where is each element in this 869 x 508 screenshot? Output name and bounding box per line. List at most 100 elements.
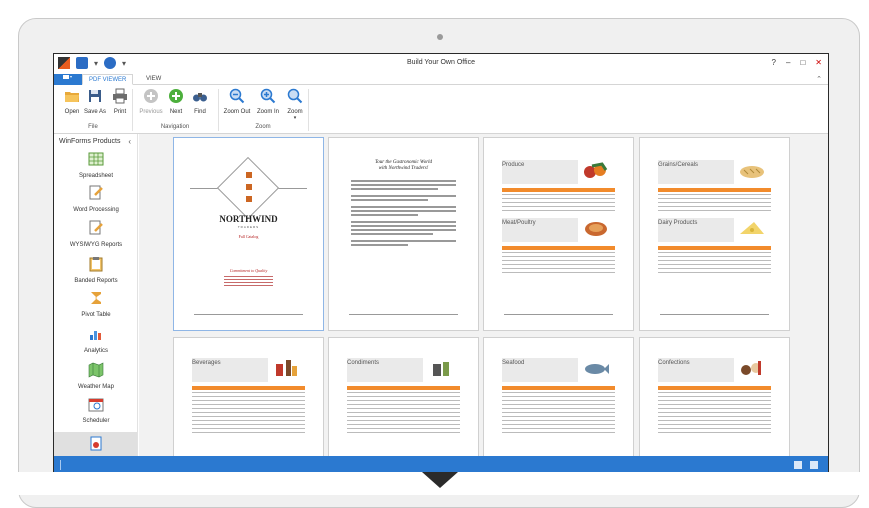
sidebar-item-analytics[interactable]: Analytics	[54, 326, 137, 354]
sidebar-item-label: Pivot Table	[81, 312, 111, 318]
chevron-left-icon[interactable]: ‹	[128, 137, 131, 146]
table-row	[192, 396, 305, 397]
page-thumbnail[interactable]: Produce Meat/Poultry	[483, 137, 634, 331]
table-row	[347, 420, 460, 421]
page-thumbnail[interactable]: Condiments	[328, 337, 479, 456]
multi-page-view-icon[interactable]	[810, 461, 818, 469]
status-bar	[54, 456, 828, 472]
table-row	[658, 252, 771, 253]
table-row	[502, 420, 615, 421]
sidebar-item-pdf-viewer[interactable]	[54, 432, 137, 456]
file-menu-icon	[63, 75, 72, 79]
analytics-icon	[90, 331, 101, 340]
zoom-in-label: Zoom In	[256, 109, 279, 115]
table-row	[502, 210, 615, 211]
table-row	[502, 206, 615, 207]
table-row	[502, 268, 615, 269]
table-row	[658, 424, 771, 425]
sidebar-item-wysiwyg-reports[interactable]: WYSIWYG Reports	[54, 220, 137, 248]
category-title: Seafood	[502, 360, 525, 366]
text-line	[351, 195, 456, 197]
table-row	[658, 272, 771, 273]
document-viewer[interactable]: NORTHWIND TRADERS Fall Catalog Commitmen…	[139, 134, 828, 456]
table-row	[192, 424, 305, 425]
page-thumbnail[interactable]: Confections	[639, 337, 790, 456]
table-row	[658, 194, 771, 195]
table-header	[192, 386, 305, 390]
table-row	[658, 428, 771, 429]
zoom-button[interactable]: Zoom ▾	[280, 88, 310, 121]
text-line	[351, 184, 456, 186]
maximize-icon[interactable]: □	[800, 58, 805, 67]
table-row	[192, 408, 305, 409]
table-row	[192, 432, 305, 433]
table-row	[502, 272, 615, 273]
table-row	[658, 420, 771, 421]
sidebar: WinForms Products ‹ Spreadsheet Word Pro…	[54, 134, 138, 456]
table-row	[502, 260, 615, 261]
table-row	[502, 428, 615, 429]
table-row	[502, 264, 615, 265]
table-header	[502, 188, 615, 192]
sidebar-item-banded-reports[interactable]: Banded Reports	[54, 256, 137, 284]
minimize-icon[interactable]: –	[786, 58, 790, 67]
category-title: Meat/Poultry	[502, 220, 536, 226]
text-line	[351, 188, 438, 190]
page-thumbnail[interactable]: Tour the Gastronomic World with Northwin…	[328, 137, 479, 331]
window-controls: ? – □ ✕	[772, 58, 822, 67]
page-footer	[504, 314, 613, 320]
zoom-in-icon	[260, 88, 276, 104]
sidebar-item-label: Weather Map	[78, 384, 114, 390]
table-row	[347, 416, 460, 417]
table-header	[658, 188, 771, 192]
collapse-ribbon-icon[interactable]: ⌃	[816, 74, 822, 85]
table-row	[658, 206, 771, 207]
table-row	[658, 202, 771, 203]
group-label-zoom: Zoom	[255, 124, 271, 130]
table-row	[502, 416, 615, 417]
text-line	[351, 244, 408, 246]
text-line	[351, 233, 433, 235]
print-button[interactable]: Print	[105, 88, 135, 115]
table-row	[658, 256, 771, 257]
table-row	[658, 412, 771, 413]
find-label: Find	[194, 109, 206, 115]
category-title: Condiments	[347, 360, 380, 366]
next-icon	[169, 89, 183, 103]
zoom-dropdown-icon[interactable]: ▾	[280, 115, 310, 121]
page-thumbnail[interactable]: Seafood	[483, 337, 634, 456]
zoom-out-button[interactable]: Zoom Out	[220, 88, 254, 115]
page-footer	[349, 314, 458, 320]
bread-image-icon	[740, 166, 764, 178]
text-line	[351, 180, 456, 182]
zoom-in-button[interactable]: Zoom In	[253, 88, 283, 115]
folder-icon	[65, 92, 79, 102]
print-label: Print	[113, 109, 127, 115]
close-icon[interactable]: ✕	[815, 58, 822, 67]
app-window: ▾ ▾ Build Your Own Office ? – □ ✕ PDF VI…	[53, 53, 829, 473]
table-row	[192, 392, 305, 393]
sidebar-item-word-processing[interactable]: Word Processing	[54, 185, 137, 213]
page-thumbnail[interactable]: Grains/Cereals Dairy Products	[639, 137, 790, 331]
tab-file[interactable]	[54, 74, 82, 85]
page-thumbnail[interactable]: Beverages	[173, 337, 324, 456]
sidebar-item-weather-map[interactable]: Weather Map	[54, 362, 137, 390]
single-page-view-icon[interactable]	[794, 461, 802, 469]
table-row	[347, 412, 460, 413]
zoom-out-icon	[229, 88, 245, 104]
sidebar-item-pivot-table[interactable]: Pivot Table	[54, 290, 137, 318]
tab-pdf-viewer[interactable]: PDF VIEWER	[82, 74, 134, 85]
table-row	[192, 400, 305, 401]
sigma-icon	[91, 292, 101, 304]
help-icon[interactable]: ?	[772, 58, 776, 67]
sidebar-item-scheduler[interactable]: Scheduler	[54, 396, 137, 424]
table-row	[192, 416, 305, 417]
confections-image-icon	[741, 361, 761, 375]
table-row	[347, 404, 460, 405]
table-row	[192, 420, 305, 421]
page-thumbnail[interactable]: NORTHWIND TRADERS Fall Catalog Commitmen…	[173, 137, 324, 331]
sidebar-item-spreadsheet[interactable]: Spreadsheet	[54, 151, 137, 179]
find-button[interactable]: Find	[185, 88, 215, 115]
tab-view[interactable]: VIEW	[140, 74, 167, 85]
category-title: Produce	[502, 162, 525, 168]
